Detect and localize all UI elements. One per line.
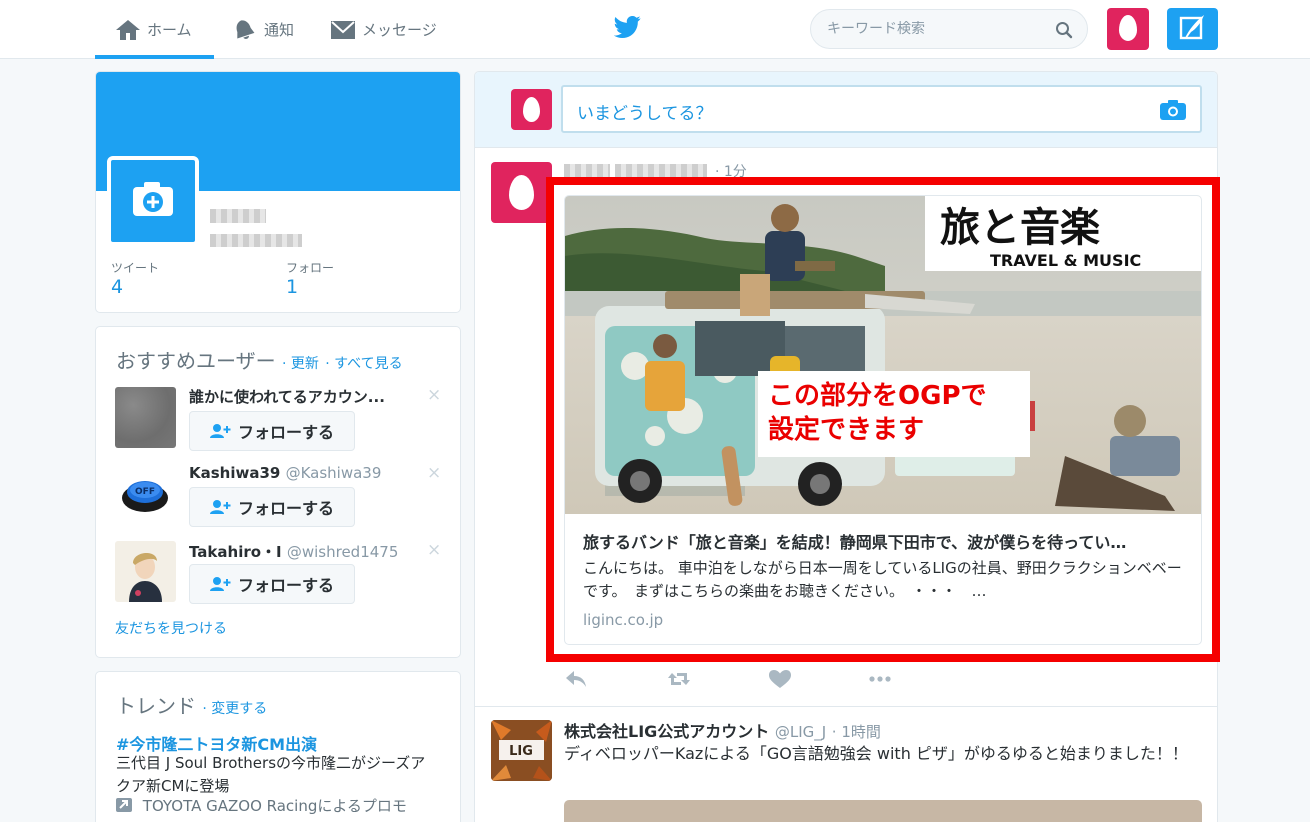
- trend-promoted-text: TOYOTA GAZOO Racingによるプロモ: [142, 797, 407, 815]
- tweet-text: ディベロッパーKazによる「GO言語勉強会 with ピザ」がゆるゆると始まりま…: [564, 744, 1188, 763]
- egg-avatar-icon: [509, 175, 534, 210]
- trend-promoted: TOYOTA GAZOO Racingによるプロモ: [116, 795, 407, 816]
- more-options-icon[interactable]: [868, 669, 892, 689]
- add-photo-camera-icon: [133, 182, 173, 216]
- trends-header: トレンド · 変更する: [116, 690, 267, 719]
- search-icon[interactable]: [1055, 21, 1073, 39]
- user-avatar[interactable]: OFF: [115, 464, 176, 525]
- refresh-link[interactable]: · 更新: [282, 356, 319, 372]
- nav-messages-label: メッセージ: [362, 21, 437, 39]
- ogp-callout: この部分をOGPで 設定できます: [758, 371, 1030, 457]
- who-to-follow-title: おすすめユーザー: [116, 349, 276, 373]
- follow-button[interactable]: フォローする: [189, 487, 355, 527]
- following-label[interactable]: フォロー: [286, 259, 334, 276]
- user-name-row[interactable]: Kashiwa39 @Kashiwa39: [189, 464, 381, 482]
- trends-card: トレンド · 変更する #今市隆二トヨタ新CM出演 三代目 J Soul Bro…: [95, 671, 461, 822]
- change-trends-link[interactable]: · 変更する: [202, 701, 267, 717]
- profile-picture[interactable]: [107, 156, 199, 246]
- profile-card: ツイート 4 フォロー 1: [95, 71, 461, 313]
- redacted-username: [210, 234, 302, 247]
- redacted-username[interactable]: [615, 164, 707, 177]
- svg-text:LIG: LIG: [509, 744, 533, 759]
- tweet-time[interactable]: · 1時間: [832, 723, 881, 741]
- camera-icon[interactable]: [1160, 99, 1186, 120]
- nav-home[interactable]: ホーム: [95, 0, 214, 59]
- user-handle[interactable]: @Kashiwa39: [286, 464, 382, 482]
- lig-logo-icon: LIG: [491, 720, 552, 781]
- tweet-input-placeholder: いまどうしてる？: [577, 104, 713, 124]
- account-avatar-button[interactable]: [1107, 8, 1149, 50]
- search-input[interactable]: [827, 21, 1047, 37]
- nav-notifications[interactable]: 通知: [232, 0, 294, 59]
- tweets-count[interactable]: 4: [111, 276, 123, 298]
- follow-button-label: フォローする: [237, 499, 334, 518]
- dismiss-user-button[interactable]: ×: [427, 385, 441, 405]
- nav-messages[interactable]: メッセージ: [330, 0, 437, 59]
- add-user-icon: [209, 500, 231, 514]
- svg-text:OFF: OFF: [135, 487, 155, 497]
- following-count[interactable]: 1: [286, 276, 298, 298]
- promoted-icon: [116, 798, 132, 812]
- user-avatar[interactable]: [115, 387, 176, 448]
- tweet-composer: いまどうしてる？: [475, 72, 1217, 148]
- reply-icon[interactable]: [564, 669, 588, 689]
- dismiss-user-button[interactable]: ×: [427, 463, 441, 483]
- tweet-author[interactable]: 株式会社LIG公式アカウント @LIG_J · 1時間: [564, 718, 881, 742]
- follow-button-label: フォローする: [237, 576, 334, 595]
- ogp-callout-line1: この部分をOGPで: [768, 381, 987, 411]
- tweet-divider: [475, 706, 1217, 707]
- dismiss-user-button[interactable]: ×: [427, 540, 441, 560]
- add-user-icon: [209, 424, 231, 438]
- bell-icon: [232, 19, 258, 41]
- who-to-follow-header: おすすめユーザー · 更新 · すべて見る: [116, 345, 403, 374]
- add-user-icon: [209, 577, 231, 591]
- compose-tweet-button[interactable]: [1167, 8, 1218, 50]
- off-button-icon: OFF: [122, 481, 168, 512]
- nav-home-label: ホーム: [147, 21, 192, 39]
- composer-avatar[interactable]: [511, 89, 552, 130]
- tweet-input[interactable]: いまどうしてる？: [561, 85, 1202, 133]
- egg-avatar-icon: [523, 97, 540, 122]
- nav-notifications-label: 通知: [264, 21, 295, 39]
- retweet-icon[interactable]: [667, 669, 691, 689]
- like-heart-icon[interactable]: [768, 669, 792, 689]
- illustrated-person-icon: [129, 552, 162, 602]
- ogp-callout-line2: 設定できます: [768, 415, 925, 445]
- egg-avatar-icon: [1119, 15, 1137, 41]
- redacted-display-name: [210, 209, 266, 223]
- find-friends-link[interactable]: 友だちを見つける: [115, 618, 227, 638]
- search-box[interactable]: [810, 9, 1088, 49]
- quill-compose-icon: [1179, 15, 1204, 40]
- user-avatar[interactable]: [115, 541, 176, 602]
- twitter-bird-icon[interactable]: [614, 16, 642, 40]
- tweet-author-avatar[interactable]: LIG: [491, 720, 552, 781]
- user-name-row[interactable]: Takahiro・I @wishred1475: [189, 541, 398, 562]
- follow-button-label: フォローする: [237, 423, 334, 442]
- user-name[interactable]: 誰かに使われてるアカウン...: [189, 386, 385, 407]
- user-name[interactable]: Takahiro・I: [189, 543, 282, 561]
- redacted-display-name[interactable]: [564, 164, 610, 177]
- follow-button[interactable]: フォローする: [189, 411, 355, 451]
- tweet-author-handle[interactable]: @LIG_J: [775, 723, 826, 741]
- trends-title: トレンド: [116, 694, 196, 718]
- tweet-author-name[interactable]: 株式会社LIG公式アカウント: [564, 722, 769, 741]
- follow-button[interactable]: フォローする: [189, 564, 355, 604]
- top-bar: ホーム 通知 メッセージ: [0, 0, 1310, 59]
- trend-description: 三代目 J Soul Brothersの今市隆二がジーズアクア新CMに登場: [116, 754, 426, 795]
- tweet-media[interactable]: [564, 800, 1202, 822]
- tweets-label[interactable]: ツイート: [111, 259, 159, 276]
- view-all-link[interactable]: · すべて見る: [325, 356, 402, 372]
- who-to-follow-card: おすすめユーザー · 更新 · すべて見る 誰かに使われてるアカウン... × …: [95, 326, 461, 658]
- tweet-author-avatar[interactable]: [491, 162, 552, 223]
- home-icon: [115, 19, 141, 41]
- user-handle[interactable]: @wishred1475: [287, 543, 399, 561]
- user-name[interactable]: Kashiwa39: [189, 464, 280, 482]
- envelope-icon: [330, 19, 356, 41]
